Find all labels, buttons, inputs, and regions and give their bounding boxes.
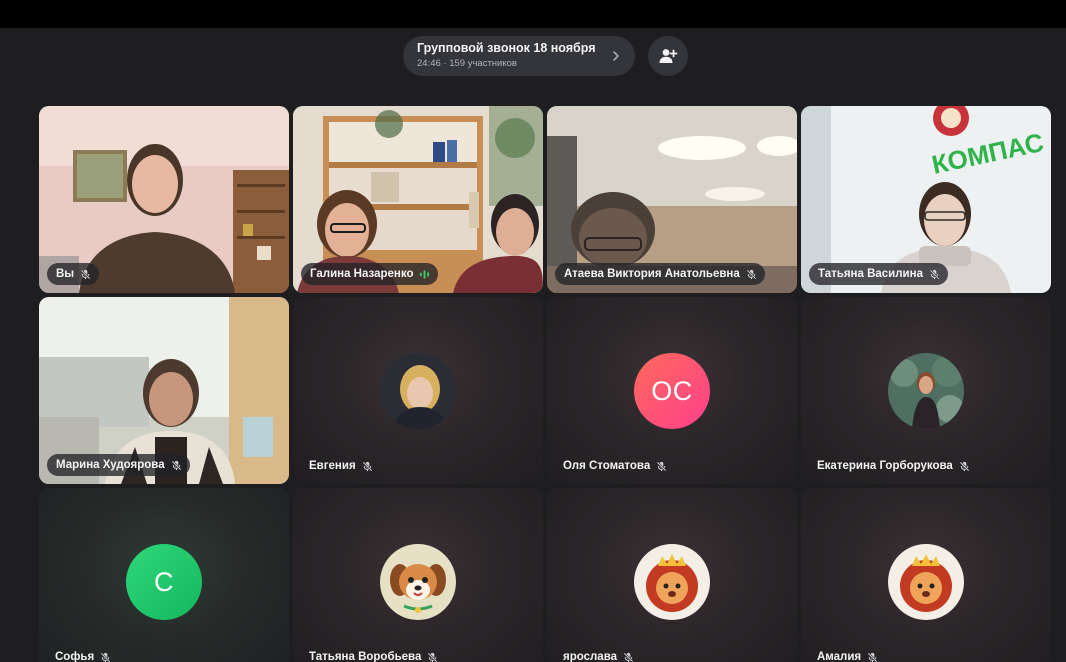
mic-muted-icon	[623, 652, 634, 662]
mic-muted-icon	[867, 652, 878, 662]
lion-avatar-icon	[888, 544, 964, 620]
participant-name-pill: Марина Худоярова	[47, 454, 190, 476]
participant-name: Евгения	[309, 460, 356, 472]
participant-name-label: Амалия	[817, 651, 878, 662]
avatar	[634, 544, 710, 620]
avatar-initials: С	[154, 566, 174, 597]
mic-muted-icon	[80, 269, 91, 279]
participant-tile-evgeniya[interactable]: Евгения	[293, 297, 543, 484]
participant-name-label: Евгения	[309, 460, 373, 472]
participant-name-label: Софья	[55, 651, 111, 662]
avatar-photo	[888, 353, 964, 429]
participant-tile-amaliya[interactable]: Амалия	[801, 488, 1051, 662]
lion-avatar-icon	[634, 544, 710, 620]
participant-name-label: ярослава	[563, 651, 634, 662]
avatar	[380, 544, 456, 620]
call-stage: Групповой звонок 18 ноября 24:46 · 159 у…	[0, 28, 1066, 662]
participant-name: Татьяна Воробьева	[309, 651, 422, 662]
participant-tile-marina[interactable]: Марина Худоярова	[39, 297, 289, 484]
avatar: С	[126, 544, 202, 620]
participant-tile-ataeva[interactable]: Атаева Виктория Анатольевна	[547, 106, 797, 293]
participant-name: Атаева Виктория Анатольевна	[564, 268, 740, 280]
participant-name: Вы	[56, 268, 75, 280]
participant-name: Екатерина Горборукова	[817, 460, 953, 472]
participant-name: Татьяна Василина	[818, 268, 923, 280]
mic-muted-icon	[959, 461, 970, 471]
mic-muted-icon	[100, 652, 111, 662]
participant-tile-olya[interactable]: ОС Оля Стоматова	[547, 297, 797, 484]
mic-muted-icon	[929, 269, 940, 279]
chevron-right-icon	[613, 51, 619, 61]
participant-name: Марина Худоярова	[56, 459, 165, 471]
participant-name-label: Оля Стоматова	[563, 460, 667, 472]
participant-name: Амалия	[817, 651, 862, 662]
mic-muted-icon	[427, 652, 438, 662]
participant-tile-vasilina[interactable]: КОМПАС Татьяна Василина	[801, 106, 1051, 293]
participant-tile-vorobieva[interactable]: Татьяна Воробьева	[293, 488, 543, 662]
call-title-button[interactable]: Групповой звонок 18 ноября 24:46 · 159 у…	[403, 36, 635, 76]
avatar	[380, 353, 456, 429]
participant-name-pill: Вы	[47, 263, 100, 285]
call-duration-participants: 24:46 · 159 участников	[417, 58, 517, 69]
participant-name-label: Екатерина Горборукова	[817, 460, 970, 472]
call-title: Групповой звонок 18 ноября	[417, 41, 596, 55]
participant-name: ярослава	[563, 651, 618, 662]
participant-name-pill: Галина Назаренко	[301, 263, 439, 285]
participant-tile-ekaterina[interactable]: Екатерина Горборукова	[801, 297, 1051, 484]
avatar	[888, 544, 964, 620]
dog-avatar-icon	[380, 544, 456, 620]
mic-muted-icon	[656, 461, 667, 471]
participant-name: Софья	[55, 651, 95, 662]
add-participant-icon	[659, 49, 678, 63]
mic-muted-icon	[171, 460, 182, 470]
avatar-initials: ОС	[651, 375, 693, 406]
avatar: ОС	[634, 353, 710, 429]
add-participant-button[interactable]	[648, 36, 688, 76]
top-system-bar	[0, 0, 1066, 28]
mic-muted-icon	[746, 269, 757, 279]
participant-tile-sofya[interactable]: С Софья	[39, 488, 289, 662]
participant-tile-self[interactable]: Вы	[39, 106, 289, 293]
participant-name: Галина Назаренко	[310, 268, 414, 280]
participant-tile-galina[interactable]: Галина Назаренко	[293, 106, 543, 293]
participant-name-pill: Атаева Виктория Анатольевна	[555, 263, 765, 285]
mic-muted-icon	[362, 461, 373, 471]
participant-name: Оля Стоматова	[563, 460, 651, 472]
speaking-wave-icon	[420, 269, 430, 279]
participant-name-label: Татьяна Воробьева	[309, 651, 438, 662]
participant-name-pill: Татьяна Василина	[809, 263, 948, 285]
participant-tile-yaroslava[interactable]: ярослава	[547, 488, 797, 662]
avatar	[888, 353, 964, 429]
avatar-photo	[380, 353, 456, 429]
